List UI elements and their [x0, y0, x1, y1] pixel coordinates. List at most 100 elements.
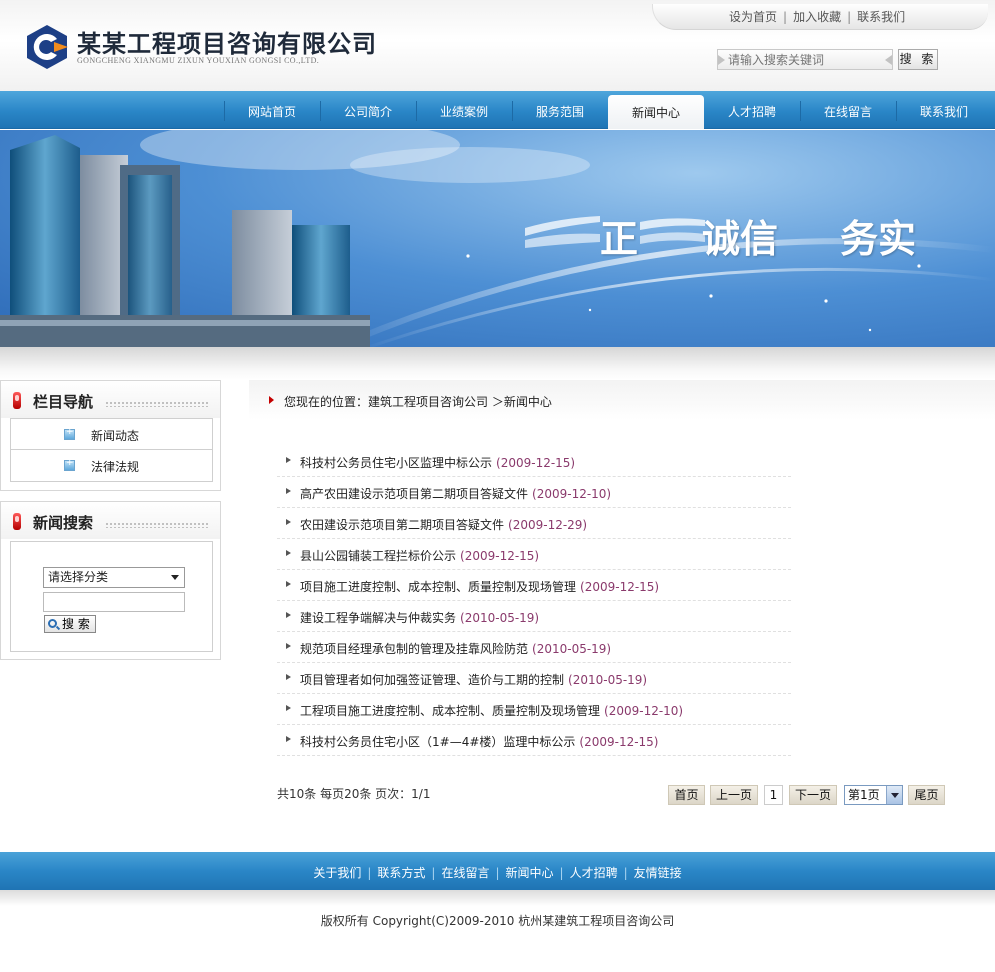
news-title-link[interactable]: 规范项目经理承包制的管理及挂靠风险防范 (2010-05-19) — [300, 640, 611, 657]
nav-item-message[interactable]: 在线留言 — [800, 96, 896, 129]
news-title[interactable]: 工程项目施工进度控制、成本控制、质量控制及现场管理 — [300, 704, 600, 718]
news-title-link[interactable]: 项目施工进度控制、成本控制、质量控制及现场管理 (2009-12-15) — [300, 578, 659, 595]
nav-item-contact[interactable]: 联系我们 — [896, 96, 992, 129]
page-select[interactable]: 第1页 — [844, 785, 903, 805]
news-title-link[interactable]: 项目管理者如何加强签证管理、造价与工期的控制 (2010-05-19) — [300, 671, 647, 688]
company-name: 某某工程项目咨询有限公司 — [77, 29, 377, 58]
plus-box-icon — [64, 458, 75, 471]
news-list-item[interactable]: 县山公园铺装工程拦标价公示 (2009-12-15) — [277, 539, 791, 570]
footer-link[interactable]: 联系方式 — [377, 866, 425, 880]
news-title[interactable]: 科技村公务员住宅小区监理中标公示 — [300, 456, 492, 470]
news-title[interactable]: 项目管理者如何加强签证管理、造价与工期的控制 — [300, 673, 564, 687]
breadcrumb: 您现在的位置：建筑工程项目咨询公司 ＞新闻中心 — [284, 395, 552, 409]
news-keyword-input[interactable] — [43, 592, 185, 612]
footer-link[interactable]: 在线留言 — [441, 866, 489, 880]
company-logo[interactable] — [24, 24, 70, 70]
banner-slogan-1: 正 — [600, 217, 639, 261]
news-title[interactable]: 县山公园铺装工程拦标价公示 — [300, 549, 456, 563]
news-title[interactable]: 科技村公务员住宅小区（1#—4#楼）监理中标公示 — [300, 735, 575, 749]
header-search-input[interactable] — [728, 51, 884, 68]
list-arrow-icon — [286, 519, 291, 525]
news-list-item[interactable]: 农田建设示范项目第二期项目答疑文件 (2009-12-29) — [277, 508, 791, 539]
footer-links: 关于我们 | 联系方式 | 在线留言 | 新闻中心 | 人才招聘 | 友情链接 — [0, 864, 995, 881]
news-date: (2009-12-10) — [532, 487, 612, 501]
main-nav: 网站首页 公司简介 业绩案例 服务范围 新闻中心 人才招聘 在线留言 联系我们 — [0, 91, 995, 129]
news-list-item[interactable]: 科技村公务员住宅小区监理中标公示 (2009-12-15) — [277, 446, 791, 477]
nav-item-about[interactable]: 公司简介 — [320, 96, 416, 129]
category-nav-header: 栏目导航 — [1, 381, 220, 418]
news-title[interactable]: 规范项目经理承包制的管理及挂靠风险防范 — [300, 642, 528, 656]
banner-slogan-3: 务实 — [840, 217, 917, 261]
news-title-link[interactable]: 高产农田建设示范项目第二期项目答疑文件 (2009-12-10) — [300, 485, 611, 502]
header-search-button[interactable]: 搜 索 — [898, 49, 938, 70]
list-arrow-icon — [286, 705, 291, 711]
prev-page-button[interactable]: 上一页 — [710, 785, 758, 805]
footer-link[interactable]: 关于我们 — [313, 866, 361, 880]
news-title-link[interactable]: 科技村公务员住宅小区（1#—4#楼）监理中标公示 (2009-12-15) — [300, 733, 659, 750]
news-list-item[interactable]: 高产农田建设示范项目第二期项目答疑文件 (2009-12-10) — [277, 477, 791, 508]
news-date: (2010-05-19) — [568, 673, 648, 687]
news-title[interactable]: 高产农田建设示范项目第二期项目答疑文件 — [300, 487, 528, 501]
news-search-panel: 新闻搜索 请选择分类 搜 索 — [0, 501, 221, 660]
news-title-link[interactable]: 县山公园铺装工程拦标价公示 (2009-12-15) — [300, 547, 539, 564]
list-arrow-icon — [286, 457, 291, 463]
separator: | — [783, 10, 788, 24]
add-favorite-link[interactable]: 加入收藏 — [793, 10, 841, 24]
next-page-button[interactable]: 下一页 — [789, 785, 837, 805]
pagination-info: 共10条 每页20条 页次：1/1 — [277, 787, 431, 801]
page-select-value: 第1页 — [848, 788, 880, 802]
news-list-item[interactable]: 工程项目施工进度控制、成本控制、质量控制及现场管理 (2009-12-10) — [277, 694, 791, 725]
category-list: 新闻动态 法律法规 — [10, 418, 213, 482]
dotted-divider — [105, 401, 209, 407]
news-title-link[interactable]: 科技村公务员住宅小区监理中标公示 (2009-12-15) — [300, 454, 575, 471]
footer-link[interactable]: 友情链接 — [634, 866, 682, 880]
last-page-button[interactable]: 尾页 — [908, 785, 945, 805]
list-arrow-icon — [286, 674, 291, 680]
news-search-button[interactable]: 搜 索 — [44, 615, 96, 633]
separator: | — [623, 866, 628, 880]
news-list-item[interactable]: 科技村公务员住宅小区（1#—4#楼）监理中标公示 (2009-12-15) — [277, 725, 791, 756]
header-search-box — [717, 49, 893, 70]
category-item-news[interactable]: 新闻动态 — [11, 419, 212, 450]
news-list-item[interactable]: 项目管理者如何加强签证管理、造价与工期的控制 (2010-05-19) — [277, 663, 791, 694]
category-label[interactable]: 法律法规 — [91, 458, 139, 475]
news-list-item[interactable]: 项目施工进度控制、成本控制、质量控制及现场管理 (2009-12-15) — [277, 570, 791, 601]
page-number-current[interactable]: 1 — [764, 785, 783, 805]
dotted-divider — [105, 522, 209, 528]
category-select[interactable]: 请选择分类 — [43, 567, 185, 588]
news-list-item[interactable]: 建设工程争端解决与仲裁实务 (2010-05-19) — [277, 601, 791, 632]
separator: | — [431, 866, 436, 880]
breadcrumb-bar: 您现在的位置：建筑工程项目咨询公司 ＞新闻中心 — [249, 380, 995, 420]
footer-link[interactable]: 新闻中心 — [506, 866, 554, 880]
news-title[interactable]: 项目施工进度控制、成本控制、质量控制及现场管理 — [300, 580, 576, 594]
category-label[interactable]: 新闻动态 — [91, 427, 139, 444]
news-title[interactable]: 建设工程争端解决与仲裁实务 — [300, 611, 456, 625]
contact-us-link[interactable]: 联系我们 — [857, 10, 905, 24]
news-date: (2009-12-29) — [508, 518, 588, 532]
red-bullet-icon — [13, 513, 21, 530]
category-item-laws[interactable]: 法律法规 — [11, 450, 212, 481]
news-date: (2010-05-19) — [532, 642, 612, 656]
nav-item-news[interactable]: 新闻中心 — [608, 95, 704, 129]
nav-item-jobs[interactable]: 人才招聘 — [704, 96, 800, 129]
nav-item-cases[interactable]: 业绩案例 — [416, 96, 512, 129]
news-title-link[interactable]: 农田建设示范项目第二期项目答疑文件 (2009-12-29) — [300, 516, 587, 533]
red-arrow-icon — [269, 396, 274, 404]
nav-item-services[interactable]: 服务范围 — [512, 96, 608, 129]
news-search-button-label: 搜 索 — [62, 617, 90, 631]
banner-shadow-band — [0, 347, 995, 380]
separator: | — [495, 866, 500, 880]
news-list: 科技村公务员住宅小区监理中标公示 (2009-12-15) 高产农田建设示范项目第二… — [277, 446, 791, 756]
news-title-link[interactable]: 建设工程争端解决与仲裁实务 (2010-05-19) — [300, 609, 539, 626]
nav-item-home[interactable]: 网站首页 — [224, 96, 320, 129]
news-title-link[interactable]: 工程项目施工进度控制、成本控制、质量控制及现场管理 (2009-12-10) — [300, 702, 683, 719]
footer-nav: 关于我们 | 联系方式 | 在线留言 | 新闻中心 | 人才招聘 | 友情链接 — [0, 852, 995, 890]
news-date: (2010-05-19) — [460, 611, 540, 625]
search-box-left-arrow-icon — [718, 55, 725, 65]
first-page-button[interactable]: 首页 — [668, 785, 705, 805]
footer-link[interactable]: 人才招聘 — [570, 866, 618, 880]
company-name-en: GONGCHENG XIANGMU ZIXUN YOUXIAN GONGSI C… — [77, 56, 320, 65]
news-list-item[interactable]: 规范项目经理承包制的管理及挂靠风险防范 (2010-05-19) — [277, 632, 791, 663]
set-homepage-link[interactable]: 设为首页 — [729, 10, 777, 24]
news-title[interactable]: 农田建设示范项目第二期项目答疑文件 — [300, 518, 504, 532]
